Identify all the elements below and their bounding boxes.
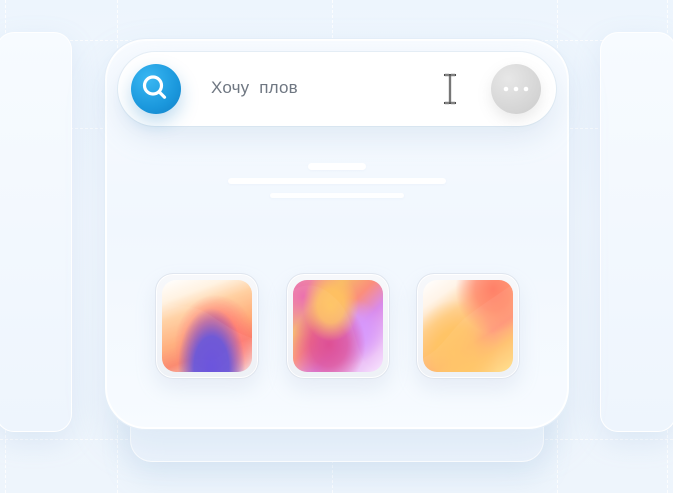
- more-options-icon: [503, 86, 529, 92]
- thumbnail-2[interactable]: [286, 273, 390, 379]
- thumbnail-image: [423, 280, 513, 372]
- search-button[interactable]: [131, 64, 181, 114]
- search-icon: [142, 75, 167, 99]
- thumbnail-1[interactable]: [155, 273, 259, 379]
- more-options-button[interactable]: [491, 64, 541, 114]
- skeleton-line: [228, 178, 446, 184]
- thumbnail-3[interactable]: [416, 273, 520, 379]
- text-cursor-icon: [443, 73, 457, 105]
- side-panel-left: [0, 32, 72, 432]
- side-panel-right: [600, 32, 673, 432]
- thumbnail-image: [162, 280, 252, 372]
- skeleton-line: [308, 163, 366, 170]
- thumbnail-image: [293, 280, 383, 372]
- illustration-canvas: Хочу плов: [0, 0, 673, 493]
- skeleton-line: [270, 193, 404, 198]
- search-input[interactable]: Хочу плов: [211, 78, 298, 98]
